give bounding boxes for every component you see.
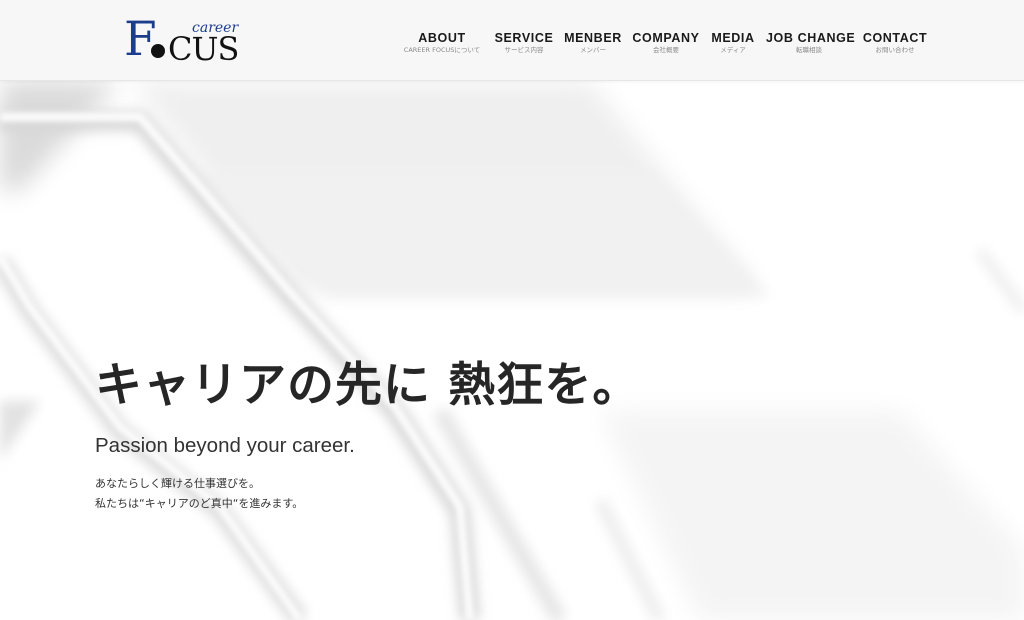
logo-dot (151, 44, 165, 58)
hero-section (0, 81, 1024, 620)
nav-company-sub: 会社概要 (653, 46, 679, 54)
nav-member[interactable]: MENBER メンバー (564, 31, 622, 55)
nav-service-label: SERVICE (494, 31, 554, 45)
nav-contact[interactable]: CONTACT お問い合わせ (862, 31, 928, 55)
nav-member-label: MENBER (564, 31, 622, 45)
nav-media-sub: メディア (720, 46, 746, 54)
career-focus-logo[interactable]: F CUS career (124, 12, 244, 68)
nav-service[interactable]: SERVICE サービス内容 (494, 31, 554, 55)
hero-subheadline: Passion beyond your career. (95, 434, 355, 457)
nav-contact-label: CONTACT (862, 31, 928, 45)
hero-headline: キャリアの先に 熱狂を。 (95, 358, 641, 413)
nav-about[interactable]: ABOUT CAREER FOCUSについて (401, 31, 483, 55)
nav-job-change[interactable]: JOB CHANGE 転職相談 (766, 31, 856, 55)
nav-about-sub: CAREER FOCUSについて (403, 46, 481, 54)
nav-company[interactable]: COMPANY 会社概要 (632, 31, 700, 55)
nav-contact-sub: お問い合わせ (875, 46, 915, 54)
nav-service-sub: サービス内容 (504, 46, 544, 54)
nav-media[interactable]: MEDIA メディア (709, 31, 757, 55)
hero-background-graphic (0, 81, 1024, 620)
nav-media-label: MEDIA (711, 31, 755, 45)
nav-about-label: ABOUT (418, 31, 466, 45)
logo-letters-cus: CUS (168, 30, 239, 68)
logo-tag-career: career (192, 20, 239, 36)
hero-body-line-2: 私たちは“キャリアのど真中“を進みます。 (95, 497, 304, 510)
nav-job-change-sub: 転職相談 (796, 46, 822, 54)
site-header: F CUS career ABOUT CAREER FOCUSについて SERV… (0, 0, 1024, 81)
nav-job-change-label: JOB CHANGE (766, 31, 856, 45)
nav-company-label: COMPANY (632, 31, 700, 45)
nav-member-sub: メンバー (580, 46, 606, 54)
hero-body-line-1: あなたらしく輝ける仕事選びを。 (95, 477, 260, 490)
logo-letter-f: F (124, 12, 157, 67)
